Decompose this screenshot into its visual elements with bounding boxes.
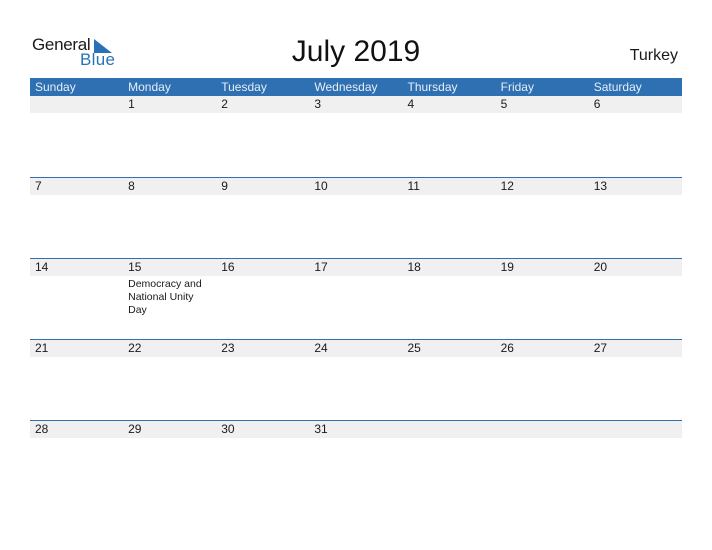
day-number xyxy=(35,96,123,113)
week-row: 21 22 23 24 25 26 27 xyxy=(30,339,682,420)
day-cell: 31 xyxy=(309,421,402,438)
day-number: 25 xyxy=(407,341,421,355)
week-row: 28 29 30 31 xyxy=(30,420,682,501)
day-number xyxy=(408,421,496,438)
day-cell: 13 xyxy=(589,178,682,195)
day-cell: 4 xyxy=(403,96,496,113)
day-cell: 22 xyxy=(123,340,216,357)
day-number: 20 xyxy=(593,260,608,274)
day-cell: 30 xyxy=(216,421,309,438)
day-number: 13 xyxy=(593,179,608,193)
day-cell: 24 xyxy=(309,340,402,357)
holiday-event: Democracy and National Unity Day xyxy=(128,278,202,316)
day-cell: 9 xyxy=(216,178,309,195)
day-cell: 11 xyxy=(403,178,496,195)
weekday-saturday: Saturday xyxy=(593,80,642,94)
day-cell: 18 xyxy=(403,259,496,317)
day-number: 4 xyxy=(407,97,415,111)
day-number: 11 xyxy=(407,179,420,193)
day-cell: 23 xyxy=(216,340,309,357)
day-cell: 26 xyxy=(496,340,589,357)
day-cell: 20 xyxy=(589,259,682,317)
day-cell: 14 xyxy=(30,259,123,317)
day-number: 27 xyxy=(593,341,608,355)
day-number: 18 xyxy=(407,260,421,274)
weekday-thursday: Thursday xyxy=(407,80,458,94)
day-cell xyxy=(496,421,589,438)
day-cell: 17 xyxy=(309,259,402,317)
week-row: 7 8 9 10 11 12 13 xyxy=(30,177,682,258)
day-number: 9 xyxy=(221,179,228,193)
day-cell: 27 xyxy=(589,340,682,357)
day-number: 6 xyxy=(593,97,601,111)
day-cell xyxy=(589,421,682,438)
day-cell: 19 xyxy=(496,259,589,317)
day-number: 3 xyxy=(314,97,322,111)
weekday-wednesday: Wednesday xyxy=(314,80,378,94)
day-number: 28 xyxy=(35,422,49,436)
week-row: 1 2 3 4 5 6 xyxy=(30,96,682,177)
day-cell: 12 xyxy=(496,178,589,195)
day-cell: 15 Democracy and National Unity Day xyxy=(123,259,216,317)
day-cell: 25 xyxy=(403,340,496,357)
day-cell: 1 xyxy=(123,96,216,113)
day-cell xyxy=(30,96,123,113)
day-number: 8 xyxy=(128,179,135,193)
day-cell: 3 xyxy=(309,96,402,113)
day-number: 23 xyxy=(221,341,235,355)
day-number: 19 xyxy=(500,260,514,274)
calendar-title: July 2019 xyxy=(291,35,421,68)
day-cell: 8 xyxy=(123,178,216,195)
day-number: 24 xyxy=(314,341,328,355)
day-cell: 16 xyxy=(216,259,309,317)
day-number: 29 xyxy=(128,422,142,436)
day-cell: 28 xyxy=(30,421,123,438)
day-number xyxy=(501,421,589,438)
weekday-tuesday: Tuesday xyxy=(221,80,267,94)
day-number: 5 xyxy=(500,97,508,111)
day-number: 26 xyxy=(500,341,514,355)
day-cell: 29 xyxy=(123,421,216,438)
day-cell: 10 xyxy=(309,178,402,195)
day-cell: 21 xyxy=(30,340,123,357)
day-number: 10 xyxy=(314,179,328,193)
day-cell: 6 xyxy=(589,96,682,113)
day-number: 2 xyxy=(221,97,228,111)
week-row: 14 15 Democracy and National Unity Day 16 17… xyxy=(30,258,682,339)
weekday-friday: Friday xyxy=(500,80,534,94)
day-cell: 5 xyxy=(496,96,589,113)
weekday-monday: Monday xyxy=(128,80,171,94)
weekday-header: Sunday Monday Tuesday Wednesday Thursday… xyxy=(30,78,682,96)
calendar-grid: Sunday Monday Tuesday Wednesday Thursday… xyxy=(30,78,682,501)
day-number: 17 xyxy=(314,260,328,274)
day-number: 30 xyxy=(221,422,235,436)
day-number: 22 xyxy=(128,341,142,355)
day-number: 1 xyxy=(128,97,135,111)
day-number xyxy=(594,421,682,438)
day-number: 15 xyxy=(128,260,142,274)
day-cell: 7 xyxy=(30,178,123,195)
day-number: 16 xyxy=(221,260,235,274)
day-number: 14 xyxy=(35,260,49,274)
weekday-sunday: Sunday xyxy=(35,80,76,94)
day-number: 12 xyxy=(500,179,514,193)
country-label: Turkey xyxy=(629,47,678,64)
day-cell xyxy=(403,421,496,438)
day-cell: 2 xyxy=(216,96,309,113)
day-number: 31 xyxy=(314,422,328,436)
day-number: 21 xyxy=(35,341,49,355)
day-number: 7 xyxy=(35,179,42,193)
